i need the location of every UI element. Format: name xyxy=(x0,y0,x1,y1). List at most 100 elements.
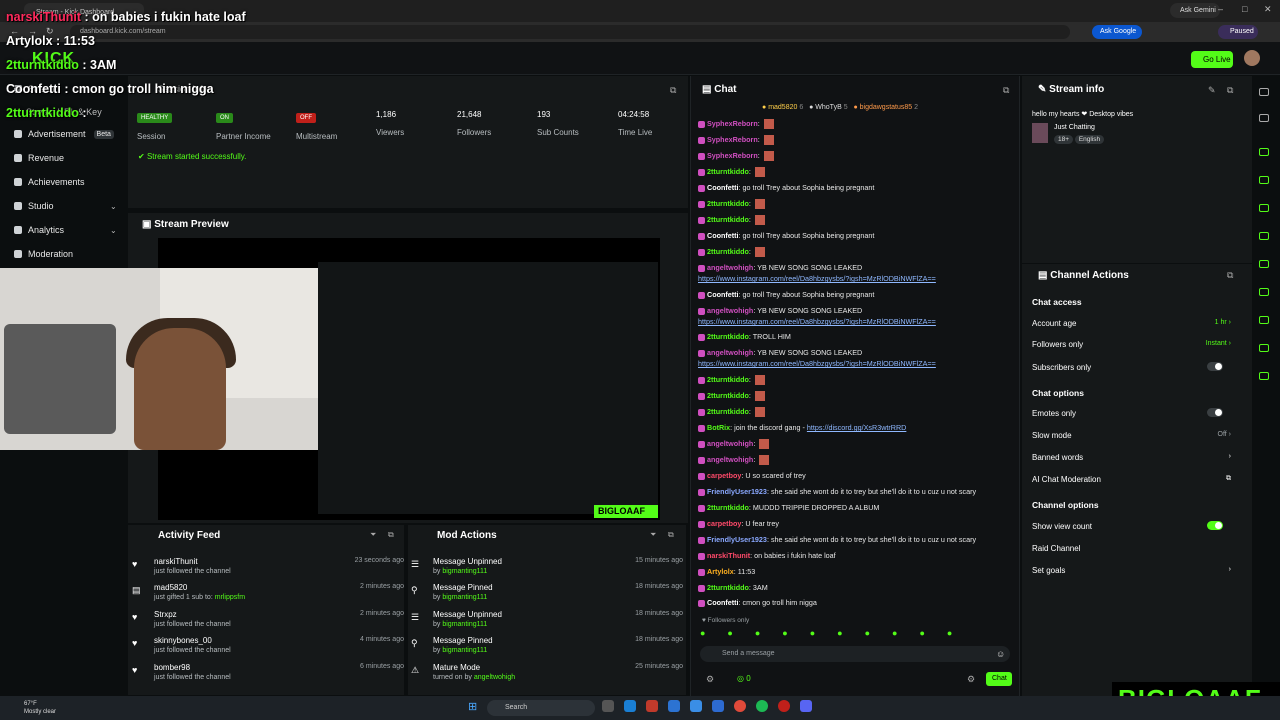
popout-icon[interactable]: ⧉ xyxy=(1227,270,1233,281)
chat-username[interactable]: 2tturntkiddo xyxy=(707,407,749,416)
chat-toggle-icon[interactable] xyxy=(1259,148,1269,156)
subscribers-only-toggle[interactable] xyxy=(1207,362,1223,371)
windows-start-icon[interactable]: ⊞ xyxy=(468,700,477,713)
store-icon[interactable] xyxy=(690,700,702,712)
emotes-only-toggle[interactable] xyxy=(1207,408,1223,417)
gifter-name[interactable]: bigdawgstatus85 xyxy=(860,104,913,111)
chat-username[interactable]: angeltwohigh xyxy=(707,455,753,464)
mod-name[interactable]: bigmanting111 xyxy=(442,594,487,601)
files-icon[interactable] xyxy=(668,700,680,712)
close-icon[interactable]: ✕ xyxy=(1264,4,1272,15)
mod-tools-icon[interactable]: ⚙ xyxy=(706,674,714,685)
profile-paused-button[interactable]: Paused xyxy=(1218,25,1258,39)
chat-username[interactable]: angeltwohigh xyxy=(707,439,753,448)
chat-username[interactable]: 2tturntkiddo xyxy=(707,375,749,384)
chat-username[interactable]: FriendlyUser1923 xyxy=(707,535,767,544)
chat-username[interactable]: 2tturntkiddo xyxy=(707,167,749,176)
obs-icon[interactable] xyxy=(778,700,790,712)
account-age-option[interactable]: Account age 1 hr › xyxy=(1032,319,1237,328)
spotify-icon[interactable] xyxy=(756,700,768,712)
task-view-icon[interactable] xyxy=(602,700,614,712)
category-name[interactable]: Just Chatting xyxy=(1054,124,1095,131)
avatar[interactable] xyxy=(1244,50,1260,66)
chat-username[interactable]: 2tturntkiddo xyxy=(707,332,749,341)
emote-bar[interactable]: ●●●●●●●●●● xyxy=(700,628,1012,640)
chat-username[interactable]: 2tturntkiddo xyxy=(707,215,749,224)
settings-icon[interactable] xyxy=(1259,344,1269,352)
chat-username[interactable]: narskiThunit xyxy=(707,551,750,560)
chat-username[interactable]: angeltwohigh xyxy=(707,348,753,357)
weather-widget[interactable]: 67°F Mostly clear xyxy=(24,700,56,716)
chat-username[interactable]: Coonfetti xyxy=(707,231,739,240)
chevron-down-icon[interactable]: ⌄ xyxy=(110,226,117,235)
popout-icon[interactable]: ⧉ xyxy=(668,530,674,540)
feed-target[interactable]: mrlippsfm xyxy=(215,594,245,601)
url-input[interactable]: dashboard.kick.com/stream xyxy=(70,25,1070,39)
list-icon[interactable] xyxy=(1259,204,1269,212)
chat-link[interactable]: https://discord.gg/XsR3wtrRRD xyxy=(807,423,906,432)
banned-words-option[interactable]: Banned words › xyxy=(1032,453,1237,462)
points-display[interactable]: ◎ 0 xyxy=(737,674,751,683)
slow-mode-option[interactable]: Slow mode Off › xyxy=(1032,431,1237,440)
go-live-button[interactable]: Go Live xyxy=(1191,51,1233,68)
filter-icon[interactable]: ⏷ xyxy=(650,530,656,540)
maximize-icon[interactable]: □ xyxy=(1242,4,1247,14)
chat-username[interactable]: FriendlyUser1923 xyxy=(707,487,767,496)
chat-input[interactable]: Send a message xyxy=(700,646,1010,662)
gifter-name[interactable]: WhoTyB xyxy=(815,104,841,111)
chat-username[interactable]: 2tturntkiddo xyxy=(707,503,749,512)
mod-name[interactable]: bigmanting111 xyxy=(442,568,487,575)
chat-username[interactable]: Coonfetti xyxy=(707,290,739,299)
chat-username[interactable]: SyphexReborn xyxy=(707,151,758,160)
chat-link[interactable]: https://www.instagram.com/reel/Da8hbzgys… xyxy=(698,317,936,326)
sidebar-item-achievements[interactable]: Achievements xyxy=(14,177,85,187)
discord-icon[interactable] xyxy=(800,700,812,712)
code-icon[interactable] xyxy=(1259,260,1269,268)
diamond-icon[interactable] xyxy=(1259,372,1269,380)
edge-icon[interactable] xyxy=(624,700,636,712)
chat-link[interactable]: https://www.instagram.com/reel/Da8hbzgys… xyxy=(698,359,936,368)
sidebar-item-moderation[interactable]: Moderation xyxy=(14,249,73,259)
ask-gemini-button[interactable]: Ask Gemini xyxy=(1170,3,1220,18)
chat-username[interactable]: 2tturntkiddo xyxy=(707,583,749,592)
layout-icon[interactable] xyxy=(1259,288,1269,296)
pencil-icon[interactable] xyxy=(1259,114,1269,122)
taskbar-search[interactable]: Search xyxy=(487,700,595,716)
chrome-icon[interactable] xyxy=(734,700,746,712)
popout-icon[interactable]: ⧉ xyxy=(670,85,676,96)
popout-icon[interactable]: ⧉ xyxy=(1003,85,1009,96)
filter-icon[interactable]: ⏷ xyxy=(370,530,376,540)
popout-icon[interactable]: ⧉ xyxy=(1227,85,1233,96)
minimize-icon[interactable]: – xyxy=(1218,4,1223,14)
chat-username[interactable]: 2tturntkiddo xyxy=(707,391,749,400)
mail-icon[interactable] xyxy=(712,700,724,712)
send-chat-button[interactable]: Chat xyxy=(986,672,1012,686)
chat-username[interactable]: Artylolx xyxy=(707,567,734,576)
ai-moderation-option[interactable]: AI Chat Moderation ⧉ xyxy=(1032,475,1237,484)
sidebar-item-revenue[interactable]: Revenue xyxy=(14,153,64,163)
chat-username[interactable]: angeltwohigh xyxy=(707,306,753,315)
chat-settings-icon[interactable]: ⚙ xyxy=(967,674,975,685)
help-icon[interactable] xyxy=(1259,88,1269,96)
ask-google-button[interactable]: Ask Google xyxy=(1092,25,1142,39)
chat-username[interactable]: SyphexReborn xyxy=(707,119,758,128)
chat-link[interactable]: https://www.instagram.com/reel/Da8hbzgys… xyxy=(698,274,936,283)
chat-username[interactable]: BotRix xyxy=(707,423,730,432)
mod-name[interactable]: bigmanting111 xyxy=(442,647,487,654)
chevron-down-icon[interactable]: ⌄ xyxy=(110,202,117,211)
sidebar-item-studio[interactable]: Studio xyxy=(14,201,54,211)
emoji-icon[interactable]: ☺ xyxy=(996,649,1005,659)
mod-name[interactable]: bigmanting111 xyxy=(442,621,487,628)
gifter-name[interactable]: mad5820 xyxy=(768,104,797,111)
chat-username[interactable]: 2tturntkiddo xyxy=(707,247,749,256)
raid-channel-option[interactable]: Raid Channel xyxy=(1032,544,1237,553)
chat-username[interactable]: carpetboy xyxy=(707,519,741,528)
popout-icon[interactable]: ⧉ xyxy=(388,530,394,540)
show-view-count-toggle[interactable] xyxy=(1207,521,1223,530)
message-icon[interactable] xyxy=(1259,232,1269,240)
edit-icon[interactable]: ✎ xyxy=(1208,85,1216,96)
set-goals-option[interactable]: Set goals › xyxy=(1032,566,1237,575)
chat-username[interactable]: angeltwohigh xyxy=(707,263,753,272)
chat-username[interactable]: carpetboy xyxy=(707,471,741,480)
chat-username[interactable]: Coonfetti xyxy=(707,183,739,192)
